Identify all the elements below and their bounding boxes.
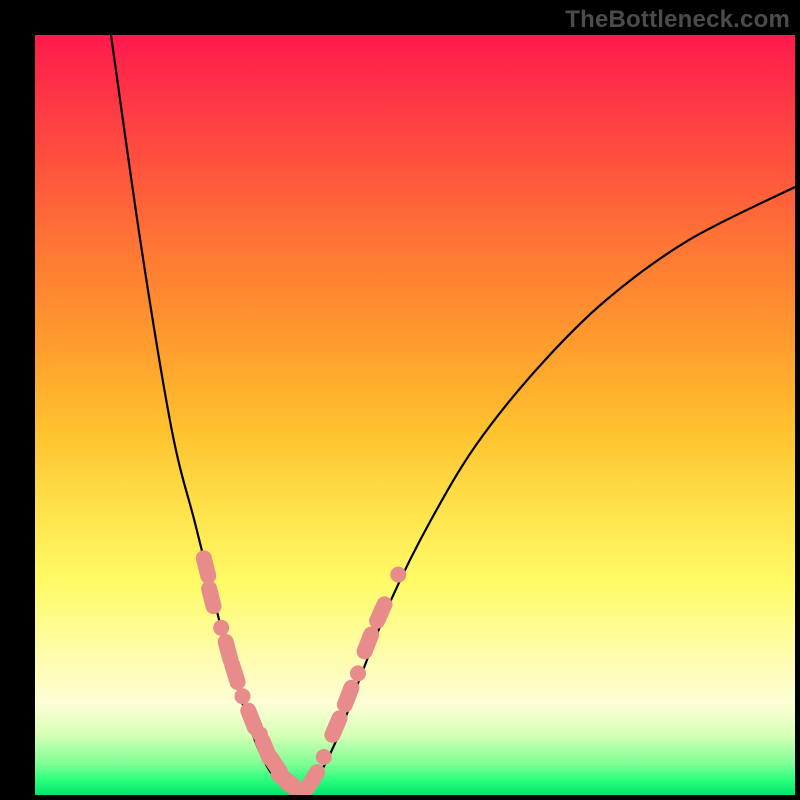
chart-svg [35,35,795,795]
marker-pill [199,579,223,616]
curve-left [111,35,301,795]
marker-dot [316,749,332,765]
marker-pill [354,624,381,661]
marker-dot [234,688,250,704]
marker-pill [194,549,218,586]
marker-pill [335,677,362,714]
curve-group [111,35,795,795]
marker-dot [390,567,406,583]
watermark-text: TheBottleneck.com [565,6,790,34]
marker-dot [213,620,229,636]
curve-right [301,187,795,795]
marker-dot [350,665,366,681]
markers-group [194,549,406,795]
marker-pill [322,708,350,746]
chart-frame: TheBottleneck.com [0,0,800,800]
marker-pill [222,655,247,692]
plot-area [35,35,795,795]
